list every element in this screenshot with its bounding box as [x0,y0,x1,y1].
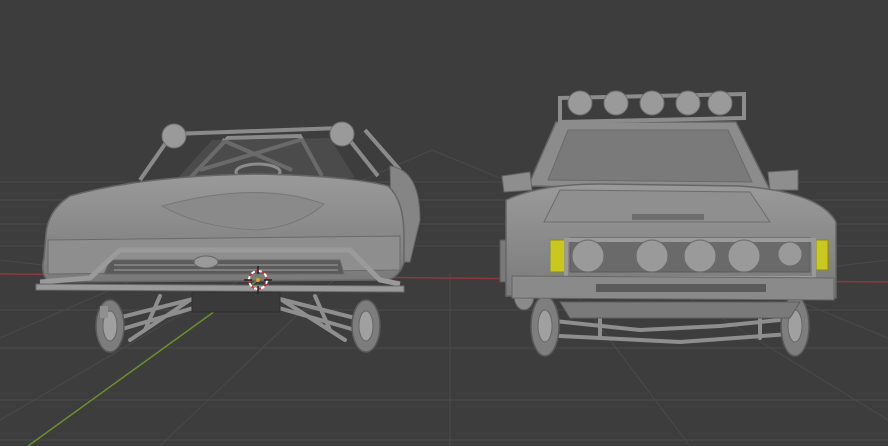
wheel-right [351,299,381,353]
viewport-canvas[interactable] [0,0,888,446]
wheel-left [95,299,125,353]
3d-viewport[interactable] [0,0,888,446]
offroad-pickup-model[interactable] [499,90,837,357]
light-pod-left [161,123,187,149]
light-pod-right [329,121,355,147]
headlight-right-highlight [815,239,829,271]
trophy-truck-model[interactable] [35,121,421,353]
headlight-left-highlight [549,239,567,273]
light-bar [558,90,746,125]
